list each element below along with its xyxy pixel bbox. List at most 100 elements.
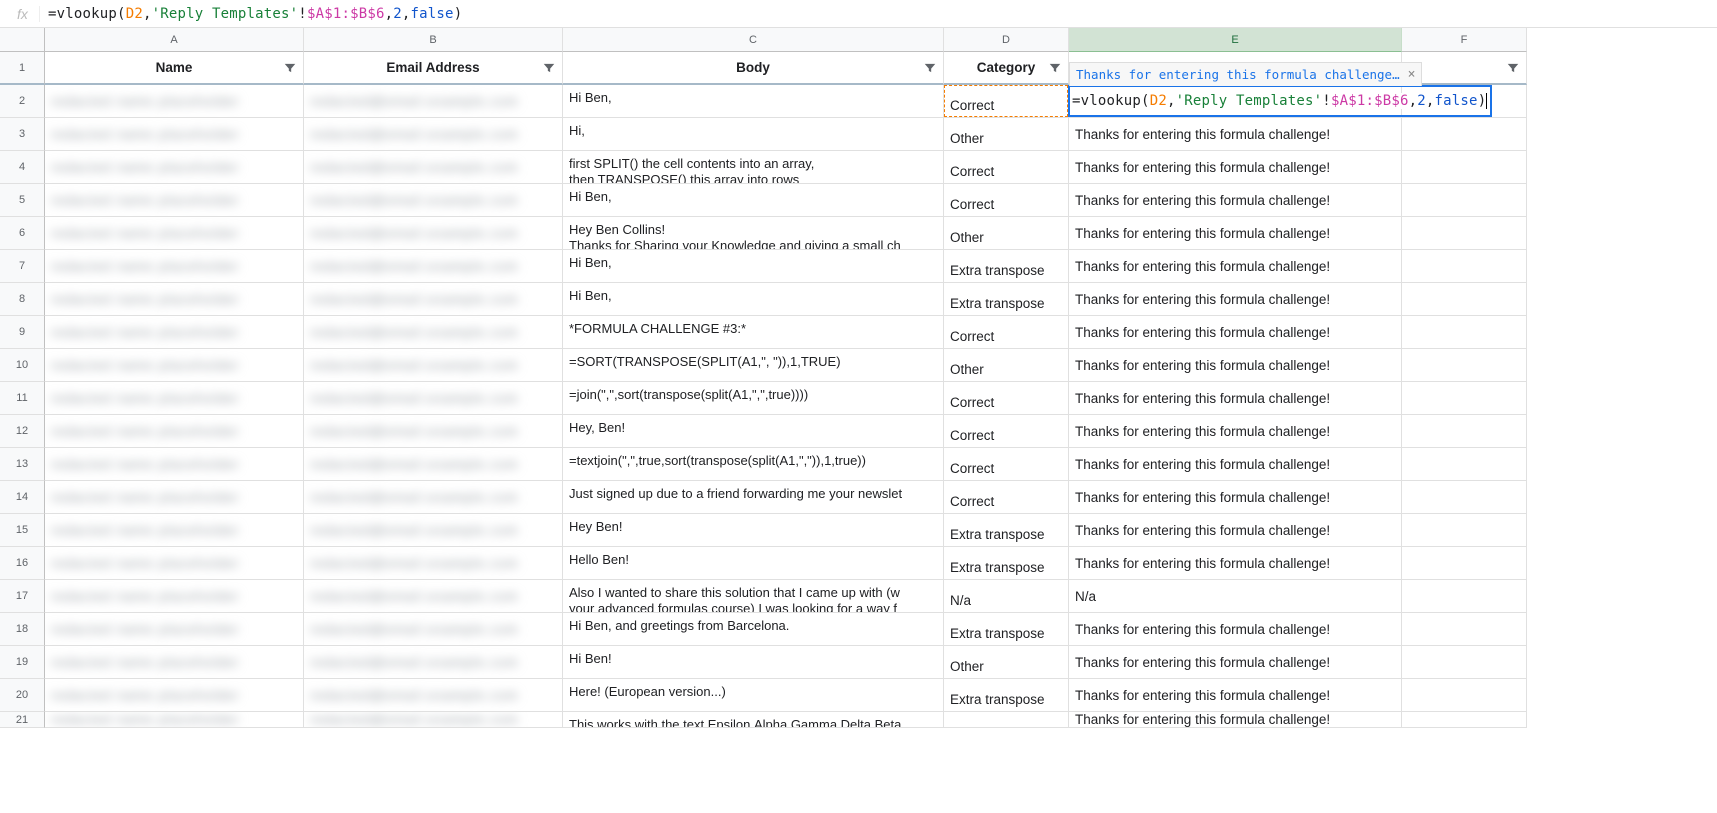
cell-name[interactable]: redacted name placeholder bbox=[45, 316, 304, 349]
cell-email[interactable]: redacted@email.example.com bbox=[304, 85, 563, 118]
cell-f[interactable] bbox=[1402, 514, 1527, 547]
select-all-corner[interactable] bbox=[0, 28, 45, 52]
filter-icon[interactable] bbox=[923, 61, 937, 75]
filter-icon[interactable] bbox=[1506, 61, 1520, 75]
cell-email[interactable]: redacted@email.example.com bbox=[304, 514, 563, 547]
cell-body[interactable]: Hello Ben! bbox=[563, 547, 944, 580]
cell-f[interactable] bbox=[1402, 646, 1527, 679]
close-icon[interactable]: × bbox=[1408, 67, 1416, 82]
cell-f[interactable] bbox=[1402, 547, 1527, 580]
cell-category[interactable]: Correct bbox=[944, 481, 1069, 514]
cell-e[interactable]: Thanks for entering this formula challen… bbox=[1069, 514, 1402, 547]
filter-icon[interactable] bbox=[542, 61, 556, 75]
cell-f[interactable] bbox=[1402, 448, 1527, 481]
cell-name[interactable]: redacted name placeholder bbox=[45, 118, 304, 151]
cell-body[interactable]: Hi Ben! bbox=[563, 646, 944, 679]
cell-f[interactable] bbox=[1402, 382, 1527, 415]
row-header-17[interactable]: 17 bbox=[0, 580, 45, 613]
row-header-2[interactable]: 2 bbox=[0, 85, 45, 118]
cell-name[interactable]: redacted name placeholder bbox=[45, 283, 304, 316]
cell-body[interactable]: Here! (European version...) bbox=[563, 679, 944, 712]
column-header-D[interactable]: D bbox=[944, 28, 1069, 52]
cell-e[interactable]: Thanks for entering this formula challen… bbox=[1069, 316, 1402, 349]
cell-category[interactable]: Correct bbox=[944, 151, 1069, 184]
cell-name[interactable]: redacted name placeholder bbox=[45, 349, 304, 382]
cell-body[interactable]: Hi Ben, bbox=[563, 85, 944, 118]
cell-category[interactable]: Other bbox=[944, 217, 1069, 250]
row-header-1[interactable]: 1 bbox=[0, 52, 45, 85]
formula-bar-content[interactable]: =vlookup(D2,'Reply Templates'!$A$1:$B$6,… bbox=[48, 6, 462, 22]
cell-category[interactable]: Correct bbox=[944, 85, 1069, 118]
cell-e[interactable]: Thanks for entering this formula challen… bbox=[1069, 415, 1402, 448]
row-header-16[interactable]: 16 bbox=[0, 547, 45, 580]
cell-e[interactable]: Thanks for entering this formula challen… bbox=[1069, 547, 1402, 580]
row-header-20[interactable]: 20 bbox=[0, 679, 45, 712]
column-header-E[interactable]: E bbox=[1069, 28, 1402, 52]
cell-email[interactable]: redacted@email.example.com bbox=[304, 712, 563, 728]
cell-email[interactable]: redacted@email.example.com bbox=[304, 580, 563, 613]
cell-category[interactable] bbox=[944, 712, 1069, 728]
row-header-11[interactable]: 11 bbox=[0, 382, 45, 415]
cell-e[interactable]: Thanks for entering this formula challen… bbox=[1069, 613, 1402, 646]
row-header-19[interactable]: 19 bbox=[0, 646, 45, 679]
cell-f[interactable] bbox=[1402, 349, 1527, 382]
cell-e[interactable]: Thanks for entering this formula challen… bbox=[1069, 481, 1402, 514]
row-header-18[interactable]: 18 bbox=[0, 613, 45, 646]
cell-category[interactable]: Extra transpose bbox=[944, 250, 1069, 283]
row-header-15[interactable]: 15 bbox=[0, 514, 45, 547]
cell-name[interactable]: redacted name placeholder bbox=[45, 448, 304, 481]
row-header-12[interactable]: 12 bbox=[0, 415, 45, 448]
cell-name[interactable]: redacted name placeholder bbox=[45, 712, 304, 728]
cell-email[interactable]: redacted@email.example.com bbox=[304, 481, 563, 514]
cell-e[interactable]: Thanks for entering this formula challen… bbox=[1069, 151, 1402, 184]
cell-category[interactable]: Other bbox=[944, 349, 1069, 382]
cell-name[interactable]: redacted name placeholder bbox=[45, 415, 304, 448]
cell-category[interactable]: Extra transpose bbox=[944, 283, 1069, 316]
cell-f[interactable] bbox=[1402, 217, 1527, 250]
cell-body[interactable]: This works with the text Epsilon,Alpha,G… bbox=[563, 712, 944, 728]
column-header-F[interactable]: F bbox=[1402, 28, 1527, 52]
filter-icon[interactable] bbox=[283, 61, 297, 75]
row-header-21[interactable]: 21 bbox=[0, 712, 45, 728]
cell-f[interactable] bbox=[1402, 415, 1527, 448]
cell-body[interactable]: =join(",",sort(transpose(split(A1,",",tr… bbox=[563, 382, 944, 415]
cell-name[interactable]: redacted name placeholder bbox=[45, 151, 304, 184]
cell-body[interactable]: Hi Ben, bbox=[563, 283, 944, 316]
cell-body[interactable]: Hey Ben! bbox=[563, 514, 944, 547]
cell-e[interactable]: Thanks for entering this formula challen… bbox=[1069, 217, 1402, 250]
header-cell-A[interactable]: Name bbox=[45, 52, 304, 85]
cell-name[interactable]: redacted name placeholder bbox=[45, 85, 304, 118]
cell-e[interactable]: Thanks for entering this formula challen… bbox=[1069, 250, 1402, 283]
filter-icon[interactable] bbox=[1048, 61, 1062, 75]
cell-category[interactable]: Correct bbox=[944, 415, 1069, 448]
cell-name[interactable]: redacted name placeholder bbox=[45, 613, 304, 646]
row-header-4[interactable]: 4 bbox=[0, 151, 45, 184]
cell-editor[interactable]: Thanks for entering this formula challen… bbox=[1068, 85, 1492, 117]
row-header-9[interactable]: 9 bbox=[0, 316, 45, 349]
cell-name[interactable]: redacted name placeholder bbox=[45, 580, 304, 613]
cell-body[interactable]: Hi Ben, bbox=[563, 250, 944, 283]
row-header-3[interactable]: 3 bbox=[0, 118, 45, 151]
row-header-10[interactable]: 10 bbox=[0, 349, 45, 382]
cell-body[interactable]: Hi, bbox=[563, 118, 944, 151]
cell-category[interactable]: Correct bbox=[944, 184, 1069, 217]
column-header-A[interactable]: A bbox=[45, 28, 304, 52]
cell-e[interactable]: Thanks for entering this formula challen… bbox=[1069, 118, 1402, 151]
cell-body[interactable]: Hey Ben Collins!Thanks for Sharing your … bbox=[563, 217, 944, 250]
cell-name[interactable]: redacted name placeholder bbox=[45, 217, 304, 250]
cell-name[interactable]: redacted name placeholder bbox=[45, 547, 304, 580]
cell-body[interactable]: Hi Ben, bbox=[563, 184, 944, 217]
cell-email[interactable]: redacted@email.example.com bbox=[304, 118, 563, 151]
cell-f[interactable] bbox=[1402, 151, 1527, 184]
cell-e[interactable]: Thanks for entering this formula challen… bbox=[1069, 349, 1402, 382]
column-header-B[interactable]: B bbox=[304, 28, 563, 52]
cell-e[interactable]: Thanks for entering this formula challen… bbox=[1069, 679, 1402, 712]
cell-email[interactable]: redacted@email.example.com bbox=[304, 646, 563, 679]
cell-category[interactable]: Correct bbox=[944, 448, 1069, 481]
cell-body[interactable]: =textjoin(",",true,sort(transpose(split(… bbox=[563, 448, 944, 481]
cell-email[interactable]: redacted@email.example.com bbox=[304, 613, 563, 646]
cell-category[interactable]: N/a bbox=[944, 580, 1069, 613]
cell-category[interactable]: Other bbox=[944, 646, 1069, 679]
cell-name[interactable]: redacted name placeholder bbox=[45, 514, 304, 547]
cell-email[interactable]: redacted@email.example.com bbox=[304, 217, 563, 250]
